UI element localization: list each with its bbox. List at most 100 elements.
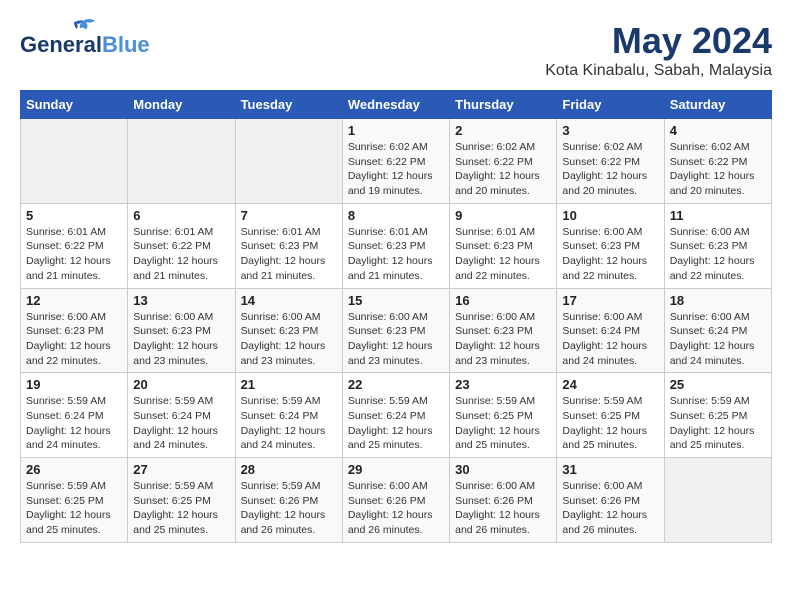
- day-detail: Sunrise: 5:59 AMSunset: 6:25 PMDaylight:…: [455, 394, 551, 453]
- day-number: 15: [348, 293, 444, 308]
- day-number: 2: [455, 123, 551, 138]
- table-row: [21, 119, 128, 204]
- table-row: 10 Sunrise: 6:00 AMSunset: 6:23 PMDayligh…: [557, 203, 664, 288]
- day-detail: Sunrise: 6:01 AMSunset: 6:23 PMDaylight:…: [348, 225, 444, 284]
- day-detail: Sunrise: 6:00 AMSunset: 6:23 PMDaylight:…: [26, 310, 122, 369]
- table-row: [664, 458, 771, 543]
- day-detail: Sunrise: 6:02 AMSunset: 6:22 PMDaylight:…: [455, 140, 551, 199]
- day-number: 14: [241, 293, 337, 308]
- day-detail: Sunrise: 5:59 AMSunset: 6:24 PMDaylight:…: [26, 394, 122, 453]
- calendar-table: Sunday Monday Tuesday Wednesday Thursday…: [20, 90, 772, 543]
- table-row: 14 Sunrise: 6:00 AMSunset: 6:23 PMDayligh…: [235, 288, 342, 373]
- table-row: 12 Sunrise: 6:00 AMSunset: 6:23 PMDayligh…: [21, 288, 128, 373]
- calendar-week-4: 19 Sunrise: 5:59 AMSunset: 6:24 PMDayligh…: [21, 373, 772, 458]
- day-number: 21: [241, 377, 337, 392]
- day-number: 17: [562, 293, 658, 308]
- day-number: 24: [562, 377, 658, 392]
- title-block: May 2024 Kota Kinabalu, Sabah, Malaysia: [545, 20, 772, 80]
- table-row: [235, 119, 342, 204]
- day-number: 28: [241, 462, 337, 477]
- day-number: 3: [562, 123, 658, 138]
- day-number: 1: [348, 123, 444, 138]
- location-subtitle: Kota Kinabalu, Sabah, Malaysia: [545, 62, 772, 80]
- day-number: 6: [133, 208, 229, 223]
- table-row: 2 Sunrise: 6:02 AMSunset: 6:22 PMDaylight…: [450, 119, 557, 204]
- table-row: 19 Sunrise: 5:59 AMSunset: 6:24 PMDayligh…: [21, 373, 128, 458]
- day-detail: Sunrise: 5:59 AMSunset: 6:25 PMDaylight:…: [670, 394, 766, 453]
- header-friday: Friday: [557, 91, 664, 119]
- table-row: 15 Sunrise: 6:00 AMSunset: 6:23 PMDayligh…: [342, 288, 449, 373]
- table-row: 25 Sunrise: 5:59 AMSunset: 6:25 PMDayligh…: [664, 373, 771, 458]
- table-row: 7 Sunrise: 6:01 AMSunset: 6:23 PMDaylight…: [235, 203, 342, 288]
- day-detail: Sunrise: 6:01 AMSunset: 6:22 PMDaylight:…: [26, 225, 122, 284]
- day-number: 13: [133, 293, 229, 308]
- day-detail: Sunrise: 6:01 AMSunset: 6:23 PMDaylight:…: [455, 225, 551, 284]
- day-detail: Sunrise: 6:02 AMSunset: 6:22 PMDaylight:…: [562, 140, 658, 199]
- table-row: 22 Sunrise: 5:59 AMSunset: 6:24 PMDayligh…: [342, 373, 449, 458]
- day-detail: Sunrise: 5:59 AMSunset: 6:24 PMDaylight:…: [348, 394, 444, 453]
- day-number: 25: [670, 377, 766, 392]
- day-number: 12: [26, 293, 122, 308]
- day-number: 7: [241, 208, 337, 223]
- day-detail: Sunrise: 5:59 AMSunset: 6:26 PMDaylight:…: [241, 479, 337, 538]
- logo-text-blue: Blue: [102, 34, 150, 56]
- header-saturday: Saturday: [664, 91, 771, 119]
- table-row: 24 Sunrise: 5:59 AMSunset: 6:25 PMDayligh…: [557, 373, 664, 458]
- table-row: 16Sunrise: 6:00 AMSunset: 6:23 PMDayligh…: [450, 288, 557, 373]
- day-number: 29: [348, 462, 444, 477]
- day-detail: Sunrise: 6:00 AMSunset: 6:23 PMDaylight:…: [562, 225, 658, 284]
- day-detail: Sunrise: 6:00 AMSunset: 6:23 PMDaylight:…: [133, 310, 229, 369]
- day-number: 22: [348, 377, 444, 392]
- table-row: 3 Sunrise: 6:02 AMSunset: 6:22 PMDaylight…: [557, 119, 664, 204]
- header-tuesday: Tuesday: [235, 91, 342, 119]
- day-detail: Sunrise: 5:59 AMSunset: 6:24 PMDaylight:…: [133, 394, 229, 453]
- day-detail: Sunrise: 5:59 AMSunset: 6:25 PMDaylight:…: [562, 394, 658, 453]
- day-number: 5: [26, 208, 122, 223]
- table-row: 6Sunrise: 6:01 AMSunset: 6:22 PMDaylight…: [128, 203, 235, 288]
- day-number: 11: [670, 208, 766, 223]
- table-row: 9Sunrise: 6:01 AMSunset: 6:23 PMDaylight…: [450, 203, 557, 288]
- month-title: May 2024: [545, 20, 772, 62]
- table-row: [128, 119, 235, 204]
- calendar-week-5: 26Sunrise: 5:59 AMSunset: 6:25 PMDayligh…: [21, 458, 772, 543]
- day-number: 31: [562, 462, 658, 477]
- day-number: 10: [562, 208, 658, 223]
- day-number: 20: [133, 377, 229, 392]
- day-detail: Sunrise: 5:59 AMSunset: 6:25 PMDaylight:…: [133, 479, 229, 538]
- table-row: 18Sunrise: 6:00 AMSunset: 6:24 PMDayligh…: [664, 288, 771, 373]
- table-row: 20 Sunrise: 5:59 AMSunset: 6:24 PMDayligh…: [128, 373, 235, 458]
- day-number: 4: [670, 123, 766, 138]
- table-row: 11 Sunrise: 6:00 AMSunset: 6:23 PMDayligh…: [664, 203, 771, 288]
- logo: GeneralBlue: [20, 20, 150, 56]
- table-row: 30 Sunrise: 6:00 AMSunset: 6:26 PMDayligh…: [450, 458, 557, 543]
- table-row: 23 Sunrise: 5:59 AMSunset: 6:25 PMDayligh…: [450, 373, 557, 458]
- day-detail: Sunrise: 6:00 AMSunset: 6:26 PMDaylight:…: [562, 479, 658, 538]
- day-number: 23: [455, 377, 551, 392]
- day-detail: Sunrise: 6:02 AMSunset: 6:22 PMDaylight:…: [670, 140, 766, 199]
- calendar-body: 1 Sunrise: 6:02 AMSunset: 6:22 PMDaylight…: [21, 119, 772, 543]
- day-detail: Sunrise: 6:00 AMSunset: 6:26 PMDaylight:…: [455, 479, 551, 538]
- table-row: 17 Sunrise: 6:00 AMSunset: 6:24 PMDayligh…: [557, 288, 664, 373]
- header-wednesday: Wednesday: [342, 91, 449, 119]
- table-row: 21Sunrise: 5:59 AMSunset: 6:24 PMDayligh…: [235, 373, 342, 458]
- weekday-header-row: Sunday Monday Tuesday Wednesday Thursday…: [21, 91, 772, 119]
- header-thursday: Thursday: [450, 91, 557, 119]
- day-detail: Sunrise: 6:01 AMSunset: 6:23 PMDaylight:…: [241, 225, 337, 284]
- day-number: 27: [133, 462, 229, 477]
- day-detail: Sunrise: 6:00 AMSunset: 6:23 PMDaylight:…: [455, 310, 551, 369]
- day-number: 19: [26, 377, 122, 392]
- table-row: 29 Sunrise: 6:00 AMSunset: 6:26 PMDayligh…: [342, 458, 449, 543]
- day-number: 30: [455, 462, 551, 477]
- table-row: 5 Sunrise: 6:01 AMSunset: 6:22 PMDaylight…: [21, 203, 128, 288]
- day-detail: Sunrise: 5:59 AMSunset: 6:25 PMDaylight:…: [26, 479, 122, 538]
- table-row: 28 Sunrise: 5:59 AMSunset: 6:26 PMDayligh…: [235, 458, 342, 543]
- table-row: 31 Sunrise: 6:00 AMSunset: 6:26 PMDayligh…: [557, 458, 664, 543]
- day-detail: Sunrise: 6:02 AMSunset: 6:22 PMDaylight:…: [348, 140, 444, 199]
- day-detail: Sunrise: 6:00 AMSunset: 6:23 PMDaylight:…: [241, 310, 337, 369]
- day-detail: Sunrise: 6:00 AMSunset: 6:24 PMDaylight:…: [562, 310, 658, 369]
- calendar-header: Sunday Monday Tuesday Wednesday Thursday…: [21, 91, 772, 119]
- page-header: GeneralBlue May 2024 Kota Kinabalu, Saba…: [20, 20, 772, 80]
- day-detail: Sunrise: 6:00 AMSunset: 6:23 PMDaylight:…: [670, 225, 766, 284]
- day-detail: Sunrise: 6:00 AMSunset: 6:26 PMDaylight:…: [348, 479, 444, 538]
- day-detail: Sunrise: 6:00 AMSunset: 6:23 PMDaylight:…: [348, 310, 444, 369]
